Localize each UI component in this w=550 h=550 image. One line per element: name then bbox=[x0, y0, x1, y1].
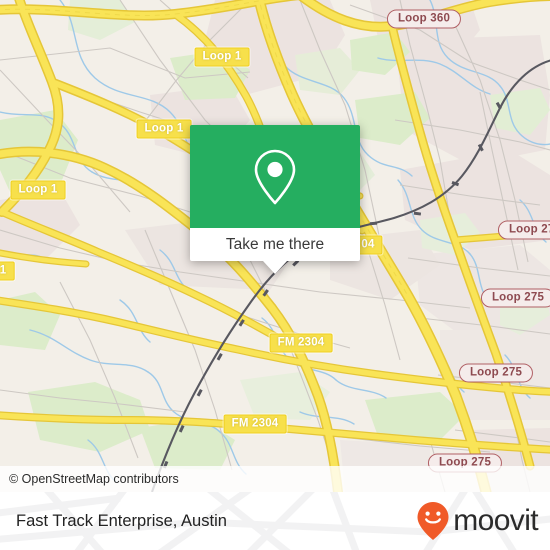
place-name-label: Fast Track Enterprise, Austin bbox=[16, 511, 227, 530]
popup-action-bar[interactable]: Take me there bbox=[190, 228, 360, 261]
map-attribution-bar: © OpenStreetMap contributors bbox=[0, 466, 550, 492]
bottom-info-bar: Fast Track Enterprise, Austin moovit bbox=[0, 492, 550, 550]
map-screenshot-root: Loop 360Loop 1Loop 1Loop 11Loop 275Loop … bbox=[0, 0, 550, 550]
location-popup-card[interactable]: Take me there bbox=[190, 125, 360, 274]
popup-pin-panel bbox=[190, 125, 360, 228]
moovit-wordmark: moovit bbox=[453, 504, 538, 537]
take-me-there-label: Take me there bbox=[225, 235, 325, 253]
moovit-brand[interactable]: moovit bbox=[416, 501, 550, 541]
popup-pointer bbox=[263, 261, 287, 274]
map-pin-icon bbox=[254, 149, 296, 204]
osm-attribution-text[interactable]: © OpenStreetMap contributors bbox=[0, 472, 179, 486]
moovit-pin-smiley-icon bbox=[417, 502, 449, 540]
